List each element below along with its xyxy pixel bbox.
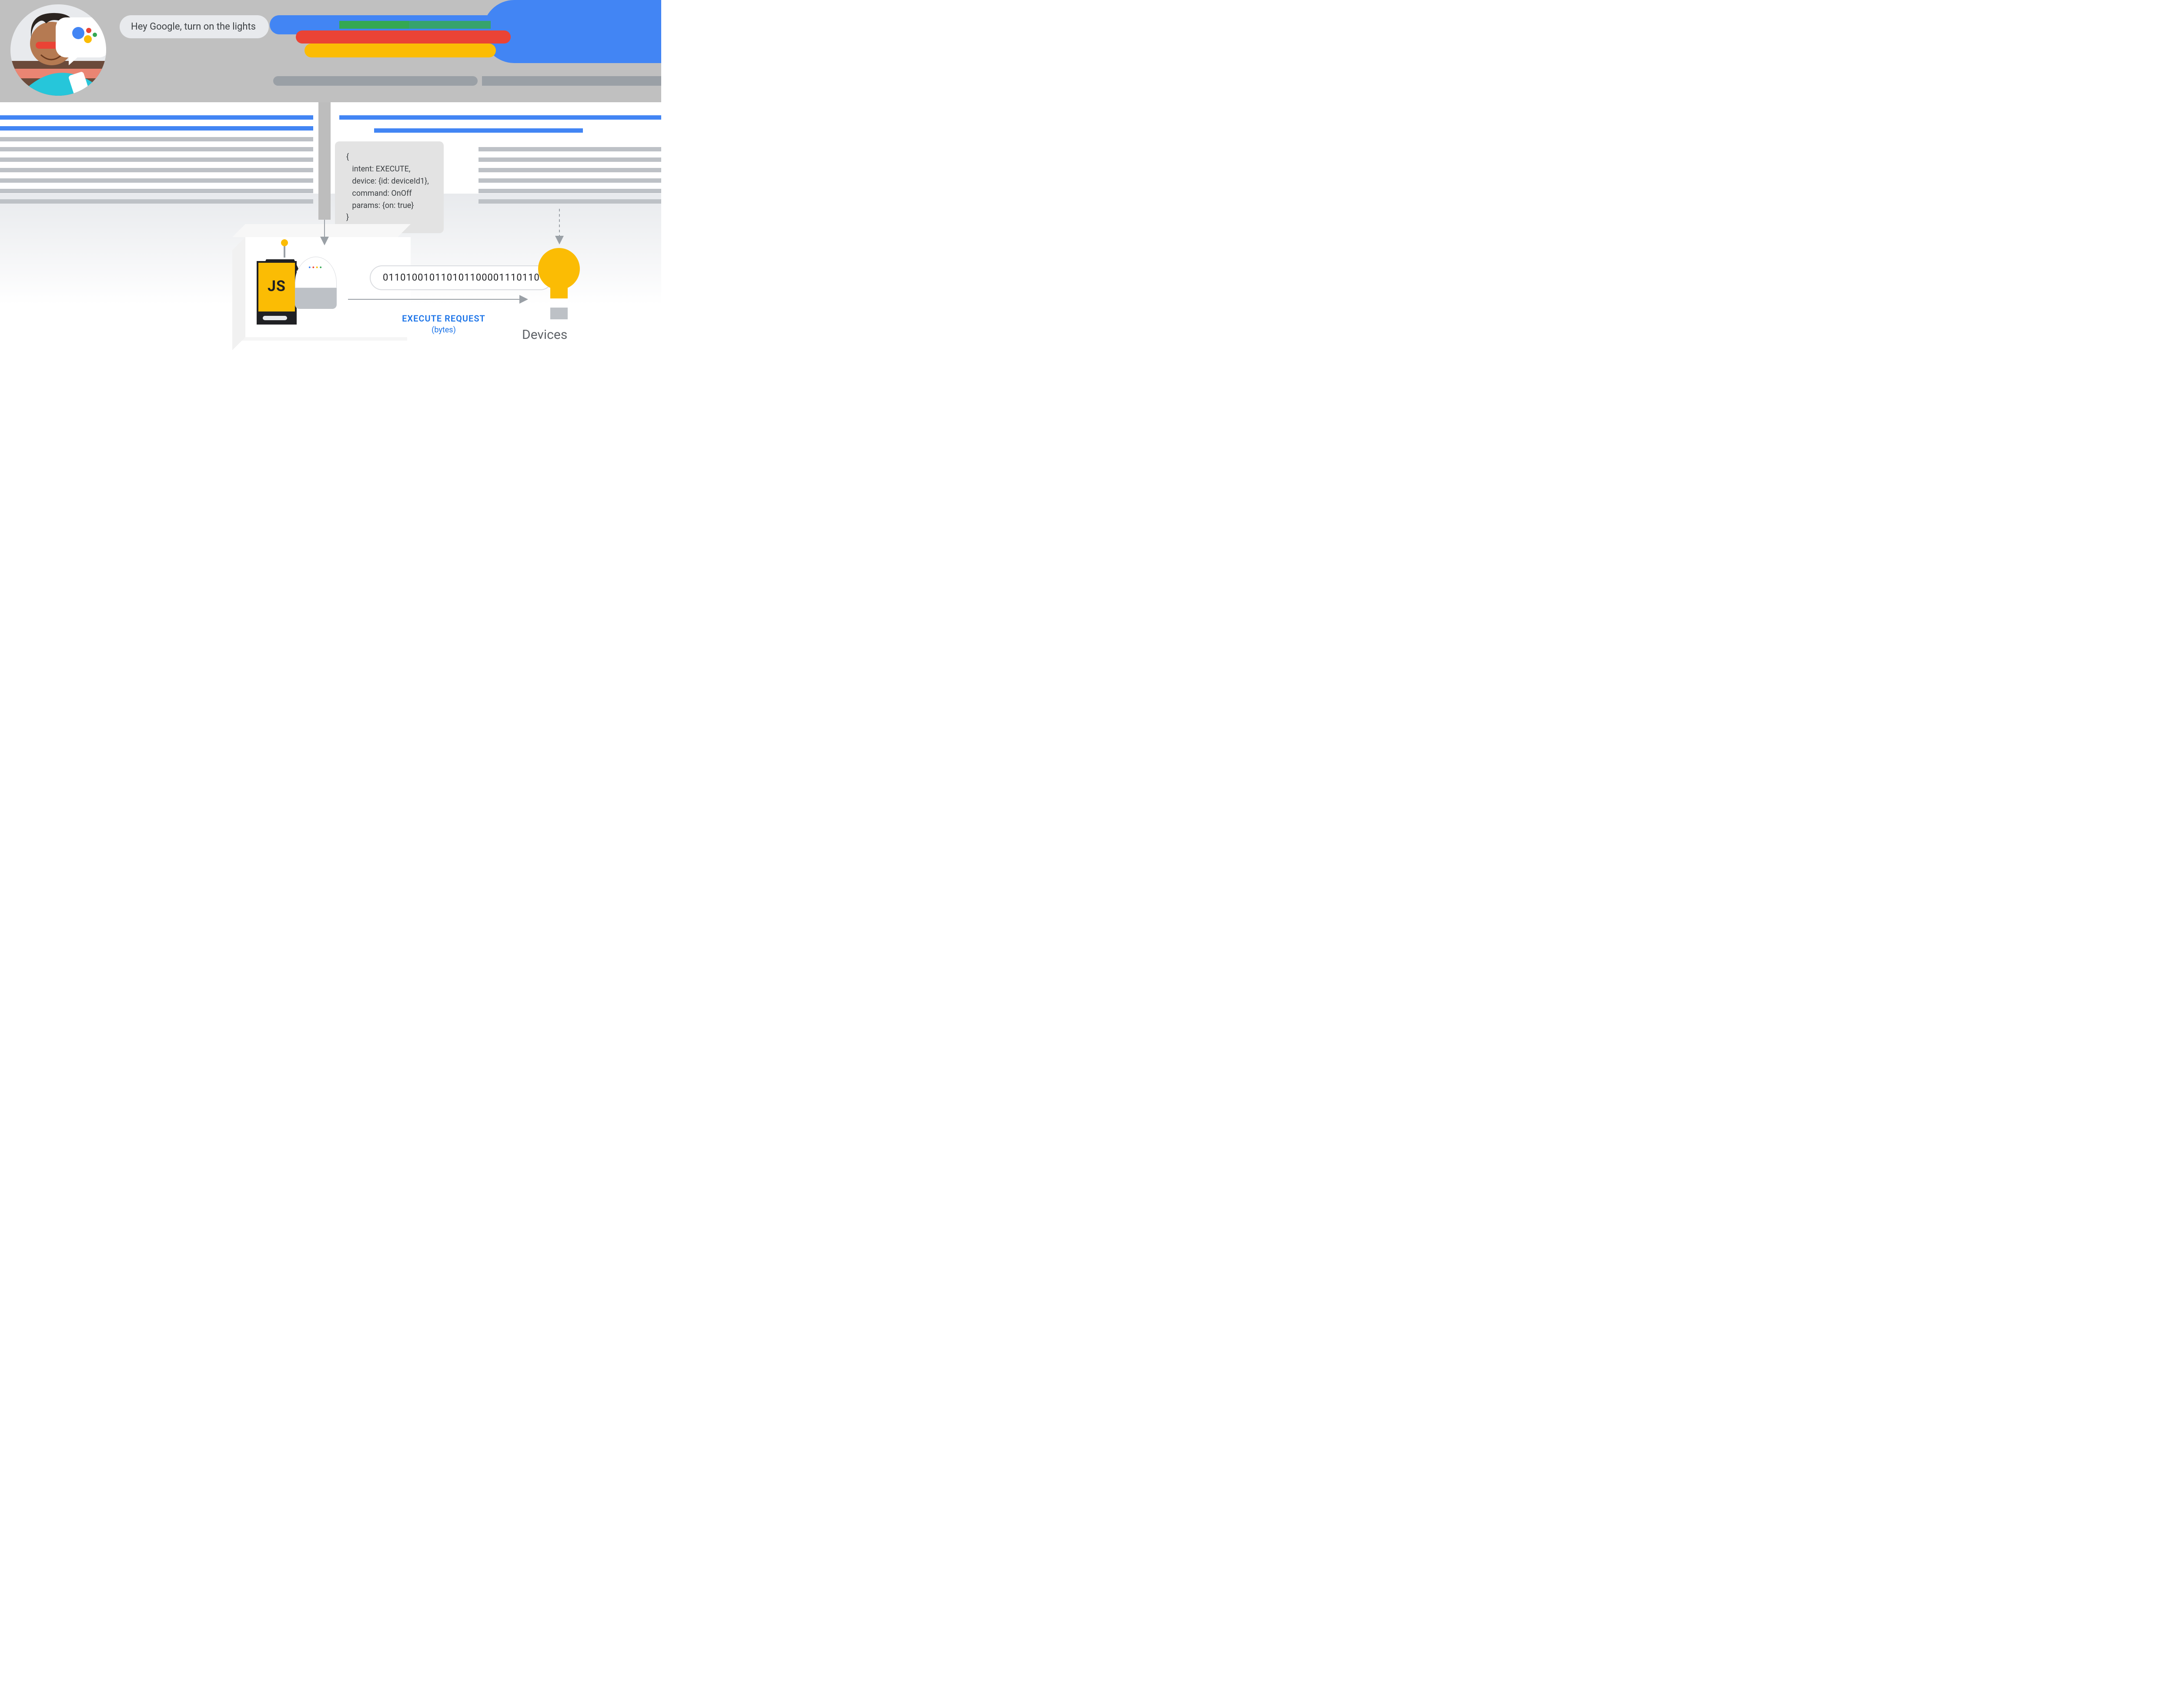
- bytes-value: 011010010110101100001110110: [383, 272, 540, 283]
- speech-text: Hey Google, turn on the lights: [131, 21, 256, 32]
- band-grey-r-2: [478, 147, 661, 151]
- code-line-0: {: [346, 152, 349, 161]
- light-bulb-device: [535, 248, 583, 319]
- band-grey-l-7: [0, 199, 313, 204]
- band-grey-r-6: [478, 189, 661, 193]
- band-grey-l-3: [0, 157, 313, 162]
- yellow-bar: [304, 44, 496, 57]
- devices-label: Devices: [522, 327, 567, 342]
- band-grey-r-5: [478, 178, 661, 183]
- google-home-speaker: ●●●●: [295, 257, 337, 309]
- band-grey-l-2: [0, 147, 313, 151]
- bulb-base: [550, 306, 568, 319]
- code-line-2: device: {id: deviceId1},: [346, 177, 429, 186]
- bulb-icon: [538, 248, 580, 290]
- code-line-1: intent: EXECUTE,: [346, 164, 410, 174]
- user-avatar: [10, 4, 106, 96]
- grey-bar-1: [273, 76, 478, 86]
- band-blue-r-2: [374, 128, 583, 133]
- bulb-neck: [550, 300, 568, 306]
- band-blue-l-1: [0, 115, 313, 120]
- band-grey-l-6: [0, 189, 313, 193]
- band-grey-r-4: [478, 168, 661, 172]
- intent-code-box: { intent: EXECUTE, device: {id: deviceId…: [335, 141, 444, 233]
- assistant-dots-icon: ●●●●: [295, 265, 336, 270]
- band-grey-r-3: [478, 157, 661, 162]
- code-line-3: command: OnOff: [346, 189, 412, 198]
- execute-request-sub: (bytes): [370, 325, 518, 335]
- js-label: JS: [258, 278, 295, 295]
- band-grey-l-1: [0, 137, 313, 141]
- bytes-pill: 011010010110101100001110110: [370, 265, 553, 290]
- local-sdk-device: JS: [257, 261, 297, 313]
- green-bar-2: [408, 21, 491, 29]
- execute-request-label: EXECUTE REQUEST: [370, 313, 518, 324]
- js-slot: [257, 311, 297, 325]
- blue-cloud-shape: [483, 0, 661, 63]
- band-blue-l-2: [0, 126, 313, 131]
- red-bar: [296, 30, 511, 44]
- code-line-4: params: {on: true}: [346, 201, 414, 210]
- speech-bubble: Hey Google, turn on the lights: [120, 15, 269, 38]
- green-bar: [339, 21, 409, 29]
- band-grey-r-7: [478, 199, 661, 204]
- band-blue-r-1: [339, 115, 661, 120]
- speaker-base: [295, 288, 337, 309]
- band-grey-l-4: [0, 168, 313, 172]
- js-box: JS: [257, 261, 297, 313]
- speaker-top: ●●●●: [295, 257, 337, 288]
- code-line-5: }: [346, 213, 349, 222]
- grey-bar-2: [482, 76, 661, 86]
- band-grey-l-5: [0, 178, 313, 183]
